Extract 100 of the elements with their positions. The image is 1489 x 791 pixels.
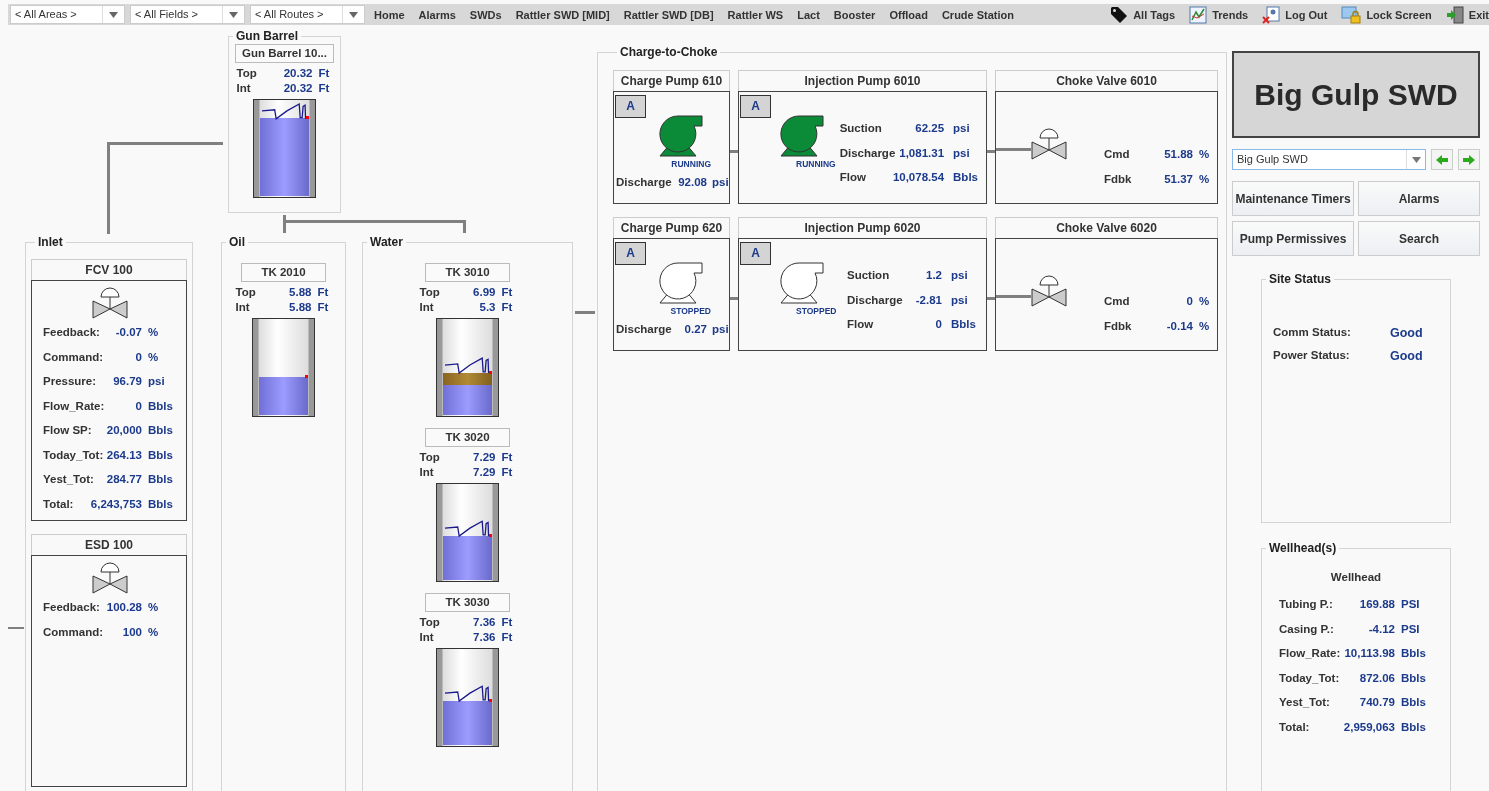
nav-link[interactable]: Rattler SWD [DB] [623,8,714,21]
card-header: Charge Pump 620 [613,217,730,238]
valve-icon [91,560,128,594]
caret-icon [1411,156,1421,163]
group-title: Charge-to-Choke [619,45,719,59]
nav-link[interactable]: Crude Station [941,8,1015,21]
filter-dropdown[interactable]: < All Fields > [130,5,245,24]
valve-icon [1031,126,1067,160]
reading-label: Discharge [847,293,904,306]
nav-link[interactable]: Lact [797,8,820,21]
group-title: Gun Barrel [235,29,299,43]
group-title: Site Status [1268,272,1332,286]
level-marker [305,375,308,379]
arrow-left-icon [1436,154,1449,165]
reading-unit: Bbls [147,497,174,510]
reading-label: Suction [839,122,883,135]
reading-unit: % [1198,295,1209,308]
liquid-level [259,377,308,415]
reading-label: Top [419,451,441,464]
site-button[interactable]: Pump Permissives [1232,221,1354,256]
site-button[interactable]: Search [1358,221,1480,256]
nav-link[interactable]: Alarms [418,8,456,21]
reading-label: Int [419,630,435,643]
toolbar-button[interactable]: Log Out [1262,5,1328,24]
card-header: Injection Pump 6020 [738,217,987,238]
reading-label: Discharge [616,323,673,335]
status-label: Power Status: [1273,349,1351,363]
level-marker [489,699,492,703]
reading-value: -4.12 [1368,622,1395,635]
mode-button[interactable]: A [740,242,771,265]
pump-status: RUNNING [670,159,712,169]
reading-unit: % [1198,148,1209,161]
site-button[interactable]: Alarms [1358,181,1480,216]
reading-label: Top [419,616,441,629]
card-header: Injection Pump 6010 [738,70,987,91]
caret-icon [229,11,238,18]
reading-value: 740.79 [1359,696,1395,709]
tank-label: TK 3020 [425,428,510,447]
reading-label: Yest_Tot: [1279,696,1331,709]
reading-unit: psi [711,176,729,188]
nav-link[interactable]: Home [374,8,405,21]
mode-button[interactable]: A [615,95,646,118]
level-marker [306,116,309,120]
filter-dropdown[interactable]: < All Routes > [250,5,365,24]
reading-value: 7.36 [472,630,496,643]
reading-value: 51.88 [1164,148,1193,161]
card-header: Choke Valve 6010 [995,70,1218,91]
card-header: Choke Valve 6020 [995,217,1218,238]
toolbar-button[interactable]: Lock Screen [1341,5,1432,24]
reading-label: Flow [847,318,875,331]
toolbar-button[interactable]: Exit [1445,5,1489,24]
reading-label: Casing P.: [1279,622,1335,635]
reading-label: Command: [43,350,105,363]
reading-value: 1.2 [926,269,942,282]
reading-unit: Bbls [952,171,979,184]
nav-link[interactable]: SWDs [469,8,502,21]
toolbar-button[interactable]: All Tags [1110,5,1176,24]
reading-value: 0 [1186,295,1193,308]
reading-label: Top [419,286,441,299]
reading-unit: psi [950,269,969,282]
reading-unit: Bbls [1400,696,1427,709]
reading-unit: psi [952,122,971,135]
reading-unit: psi [950,293,969,306]
liquid-level [443,384,492,415]
pump-status: RUNNING [796,159,836,169]
trend-line [261,102,307,120]
reading-label: Suction [847,269,891,282]
level-marker [489,371,492,375]
nav-link[interactable]: Booster [833,8,876,21]
reading-label: Flow SP: [43,424,93,437]
mode-button[interactable]: A [740,95,771,118]
group-title: Inlet [37,235,64,249]
valve-icon [91,285,128,319]
reading-label: Int [419,465,435,478]
reading-unit: Bbls [1400,671,1427,684]
reading-label: Fdbk [1104,319,1133,332]
reading-label: Tubing P.: [1279,598,1334,611]
reading-value: 5.88 [288,286,312,299]
filter-dropdown[interactable]: < All Areas > [10,5,125,24]
reading-unit: psi [711,323,729,335]
site-button[interactable]: Maintenance Timers [1232,181,1354,216]
next-button[interactable] [1458,149,1480,170]
reading-value: 7.29 [472,451,496,464]
pump-status: STOPPED [796,306,837,316]
reading-value: 6,243,753 [90,497,142,510]
reading-unit: Ft [500,465,514,478]
nav-link[interactable]: Rattler SWD [MID] [515,8,610,21]
card-header: ESD 100 [31,534,187,555]
reading-unit: Bbls [1400,647,1427,660]
reading-unit: Bbls [950,318,976,331]
reading-unit: % [1198,319,1209,332]
site-dropdown[interactable]: Big Gulp SWD [1232,149,1427,170]
reading-value: 0 [135,350,142,363]
nav-link[interactable]: Offload [889,8,928,21]
nav-link[interactable]: Rattler WS [727,8,784,21]
toolbar-button[interactable]: Trends [1189,5,1249,24]
previous-button[interactable] [1431,149,1454,170]
tank-label: TK 2010 [241,263,326,282]
mode-button[interactable]: A [615,242,646,265]
reading-label: Feedback: [43,326,101,339]
